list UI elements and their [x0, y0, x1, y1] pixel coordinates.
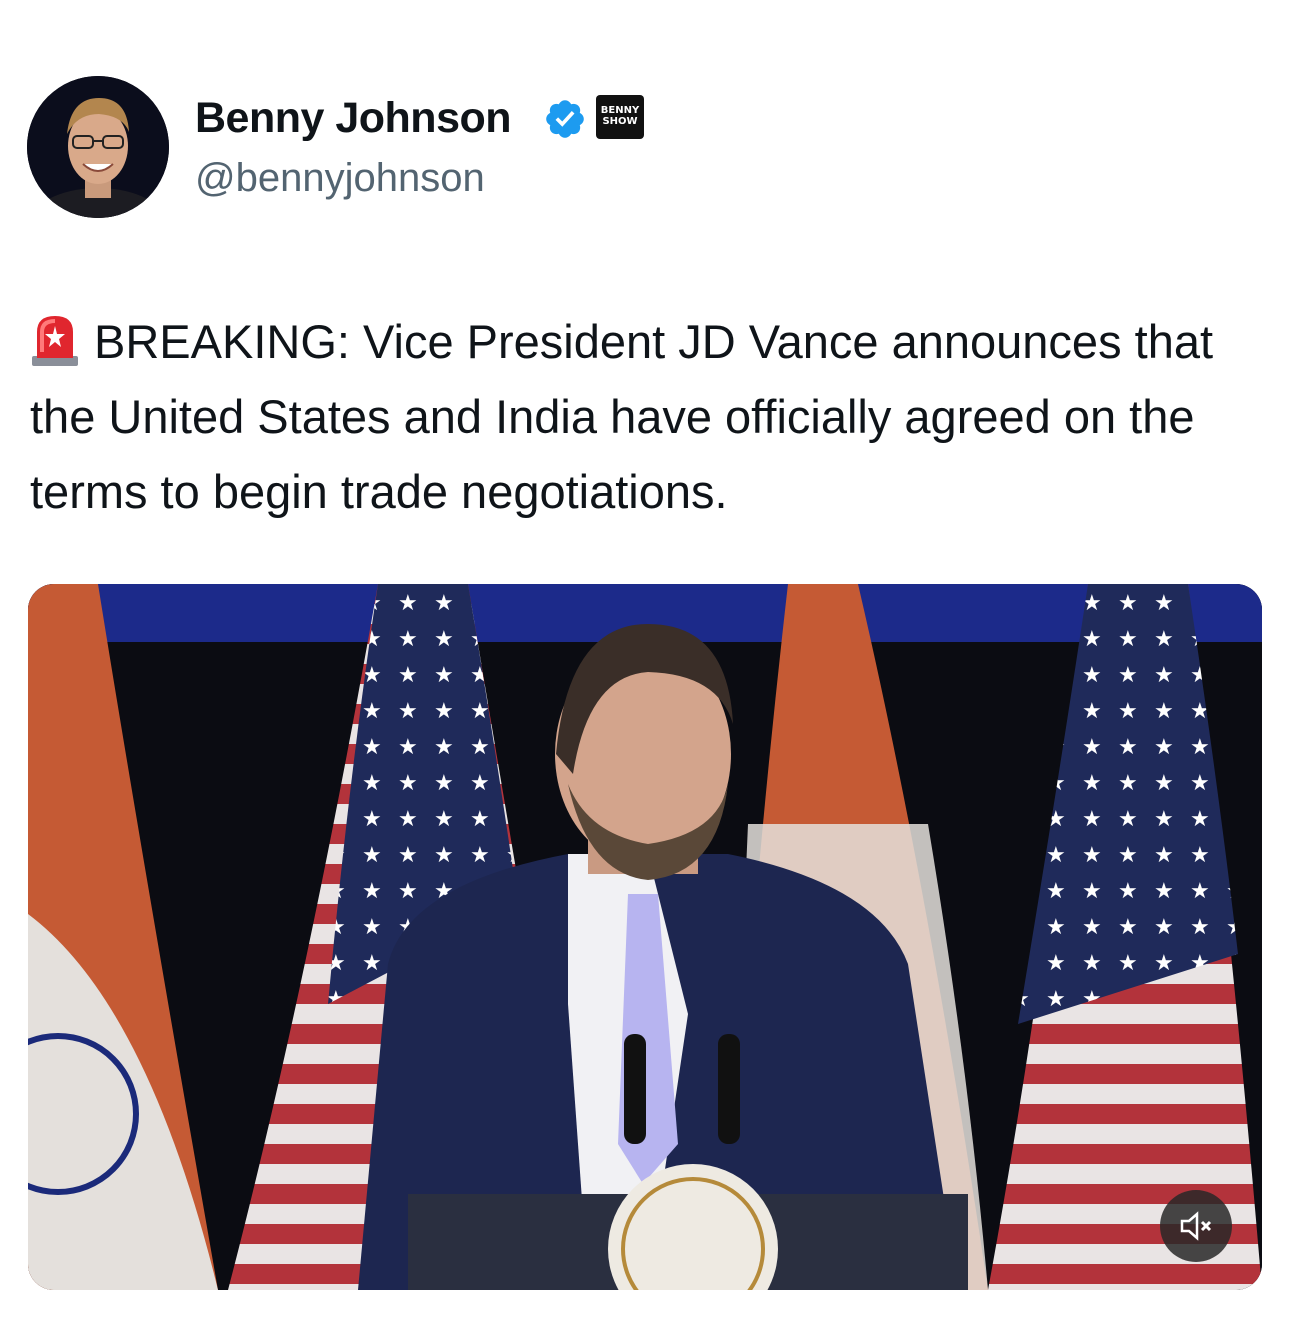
rotating-light-siren-icon — [32, 316, 78, 366]
avatar-portrait — [27, 76, 169, 218]
video-thumbnail: ★ — [28, 584, 1262, 1290]
tweet-video[interactable]: ★ — [28, 584, 1262, 1290]
tweet-text: BREAKING: Vice President JD Vance announ… — [30, 304, 1270, 529]
author-handle[interactable]: @bennyjohnson — [195, 156, 485, 201]
author-display-name[interactable]: Benny Johnson — [195, 94, 512, 143]
verified-badge-icon — [546, 100, 584, 138]
author-avatar[interactable] — [27, 76, 169, 218]
mute-toggle-button[interactable] — [1160, 1190, 1232, 1262]
affiliate-badge[interactable]: BENNY SHOW — [596, 95, 644, 139]
tweet-body: BREAKING: Vice President JD Vance announ… — [30, 315, 1214, 518]
muted-speaker-icon — [1180, 1211, 1212, 1241]
